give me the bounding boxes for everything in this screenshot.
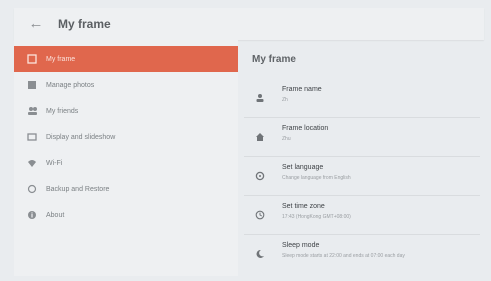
moon-icon [254,248,266,260]
clock-icon [254,209,266,221]
frame-icon [26,53,38,65]
photos-icon [26,79,38,91]
setting-title: Set time zone [282,203,325,210]
setting-title: Set language [282,164,324,171]
sidebar-item-label: About [46,211,65,219]
setting-value: Sleep mode starts at 22:00 and ends at 0… [282,253,405,259]
person-icon [254,92,266,104]
main-content: My frame Frame name Zh Frame location Zh… [244,44,484,276]
setting-value: Zhu [282,136,291,142]
setting-language[interactable]: Set language Change language from Englis… [244,158,480,196]
sidebar: My frame Manage photos My friends Displa… [14,40,238,276]
back-arrow-icon[interactable]: ← [26,14,46,34]
home-icon [254,131,266,143]
setting-title: Frame name [282,86,322,93]
sidebar-item-label: Manage photos [46,81,95,89]
wifi-icon [26,157,38,169]
setting-value: Change language from English [282,175,351,181]
setting-title: Frame location [282,125,329,132]
info-icon [26,209,38,221]
setting-sleep-mode[interactable]: Sleep mode Sleep mode starts at 22:00 an… [244,236,480,273]
sidebar-item-my-friends[interactable]: My friends [14,98,238,124]
app-bar-title: My frame [58,17,111,31]
sidebar-item-label: My frame [46,55,76,63]
sidebar-item-backup-restore[interactable]: Backup and Restore [14,176,238,202]
language-icon [254,170,266,182]
setting-value: 17:43 (HongKong GMT+08:00) [282,214,351,220]
setting-frame-name[interactable]: Frame name Zh [244,80,480,118]
setting-value: Zh [282,97,288,103]
setting-title: Sleep mode [282,242,320,249]
setting-frame-location[interactable]: Frame location Zhu [244,119,480,157]
sidebar-item-label: Wi-Fi [46,159,63,167]
page-title: My frame [252,54,296,65]
sidebar-item-label: My friends [46,107,79,115]
setting-time-zone[interactable]: Set time zone 17:43 (HongKong GMT+08:00) [244,197,480,235]
friends-icon [26,105,38,117]
sidebar-item-about[interactable]: About [14,202,238,228]
sidebar-item-my-frame[interactable]: My frame [14,46,238,72]
screen: ← My frame My frame Manage photos My fri… [0,0,491,281]
sidebar-item-display-slideshow[interactable]: Display and slideshow [14,124,238,150]
sidebar-item-label: Backup and Restore [46,185,110,193]
app-bar: ← My frame [14,8,484,40]
display-icon [26,131,38,143]
backup-icon [26,183,38,195]
sidebar-item-label: Display and slideshow [46,133,116,141]
sidebar-item-manage-photos[interactable]: Manage photos [14,72,238,98]
sidebar-item-wifi[interactable]: Wi-Fi [14,150,238,176]
